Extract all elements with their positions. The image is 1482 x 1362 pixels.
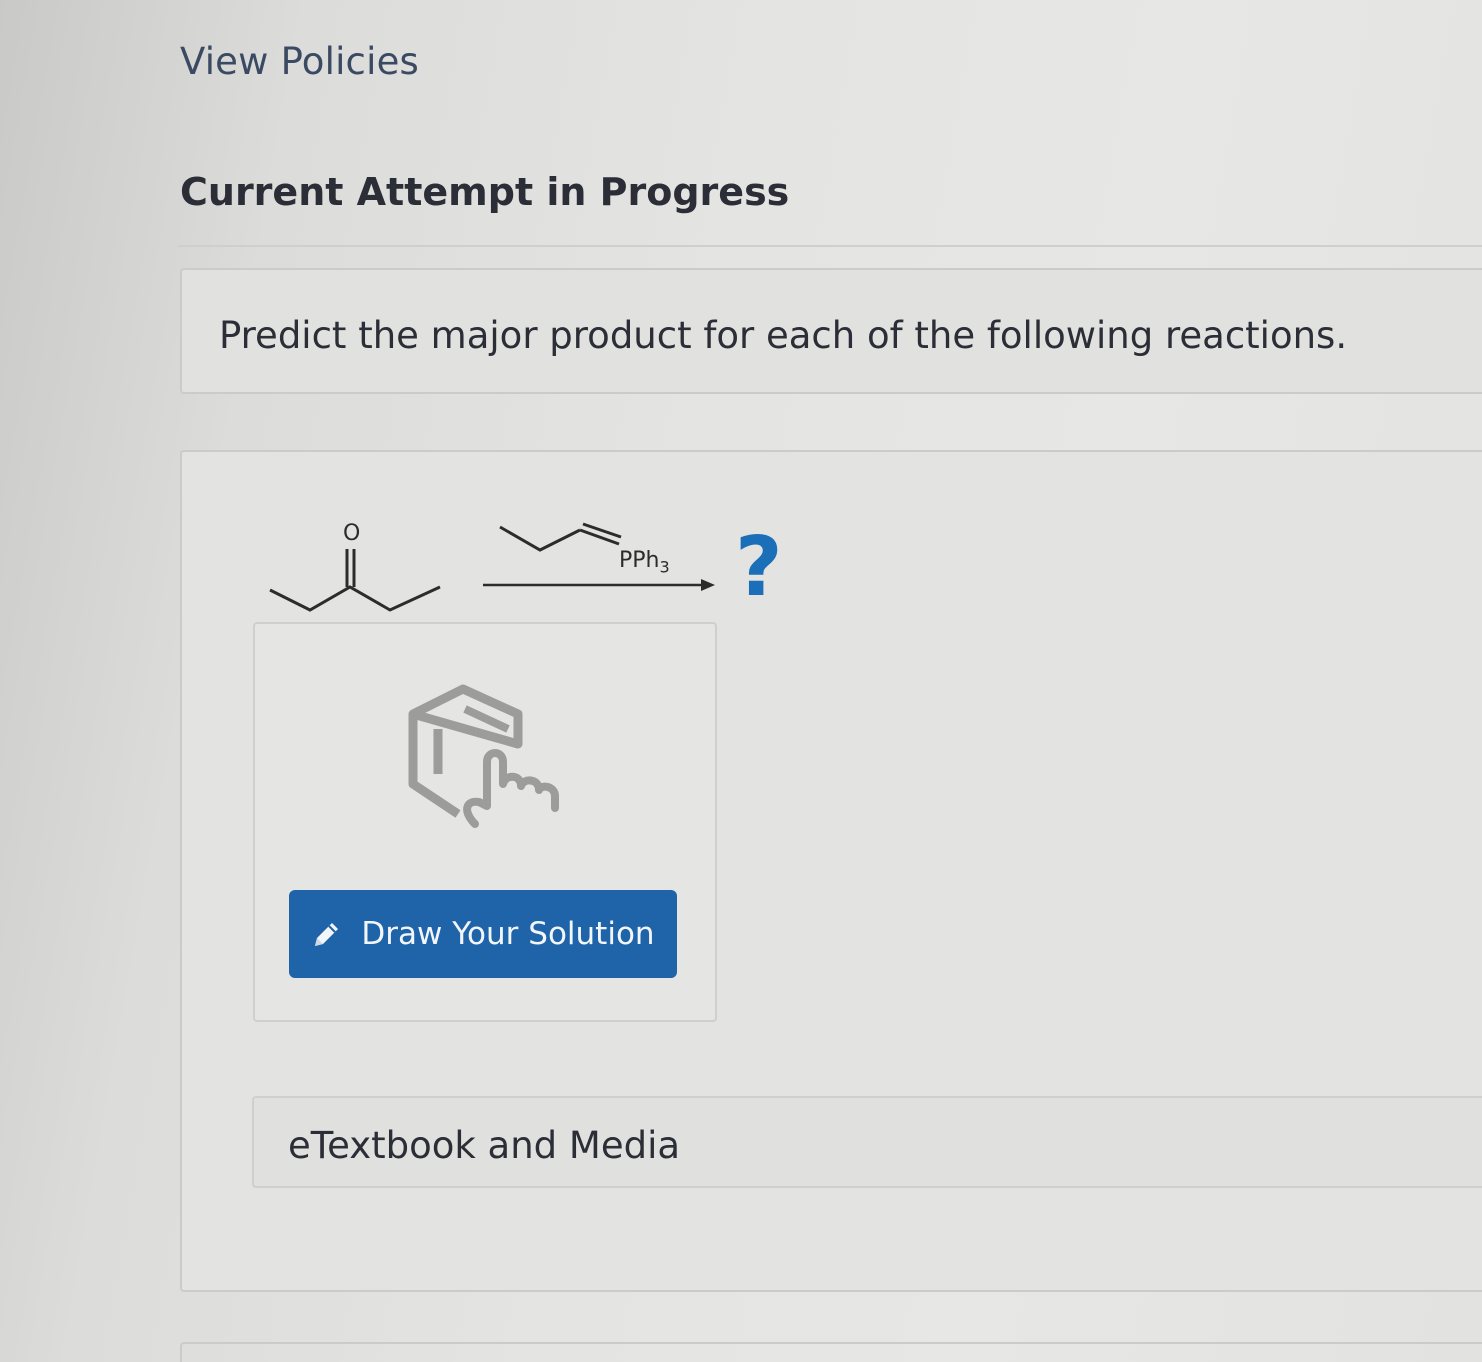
draw-solution-label: Draw Your Solution <box>361 916 655 952</box>
etextbook-media-toggle[interactable]: eTextbook and Media <box>252 1096 1482 1188</box>
attempt-heading: Current Attempt in Progress <box>180 170 790 214</box>
view-policies-link[interactable]: View Policies <box>180 40 419 83</box>
pencil-icon <box>315 923 339 946</box>
heading-divider <box>178 245 1482 247</box>
reaction-scheme: O PPh3 ? <box>265 515 805 630</box>
reagent-label-subscript: 3 <box>659 557 670 577</box>
question-prompt-box: Predict the major product for each of th… <box>180 268 1482 394</box>
draw-solution-button[interactable]: Draw Your Solution <box>289 890 677 978</box>
unknown-product-mark: ? <box>735 520 783 615</box>
question-prompt-text: Predict the major product for each of th… <box>219 314 1348 357</box>
next-question-box-edge <box>180 1342 1482 1362</box>
oxygen-atom-label: O <box>343 521 361 546</box>
molecule-sketch-icon <box>408 684 559 828</box>
reagent-label: PPh3 <box>619 548 670 576</box>
reagent-label-main: PPh <box>619 548 660 573</box>
drawing-area[interactable]: Draw Your Solution <box>253 622 717 1022</box>
etextbook-media-label: eTextbook and Media <box>288 1124 681 1167</box>
